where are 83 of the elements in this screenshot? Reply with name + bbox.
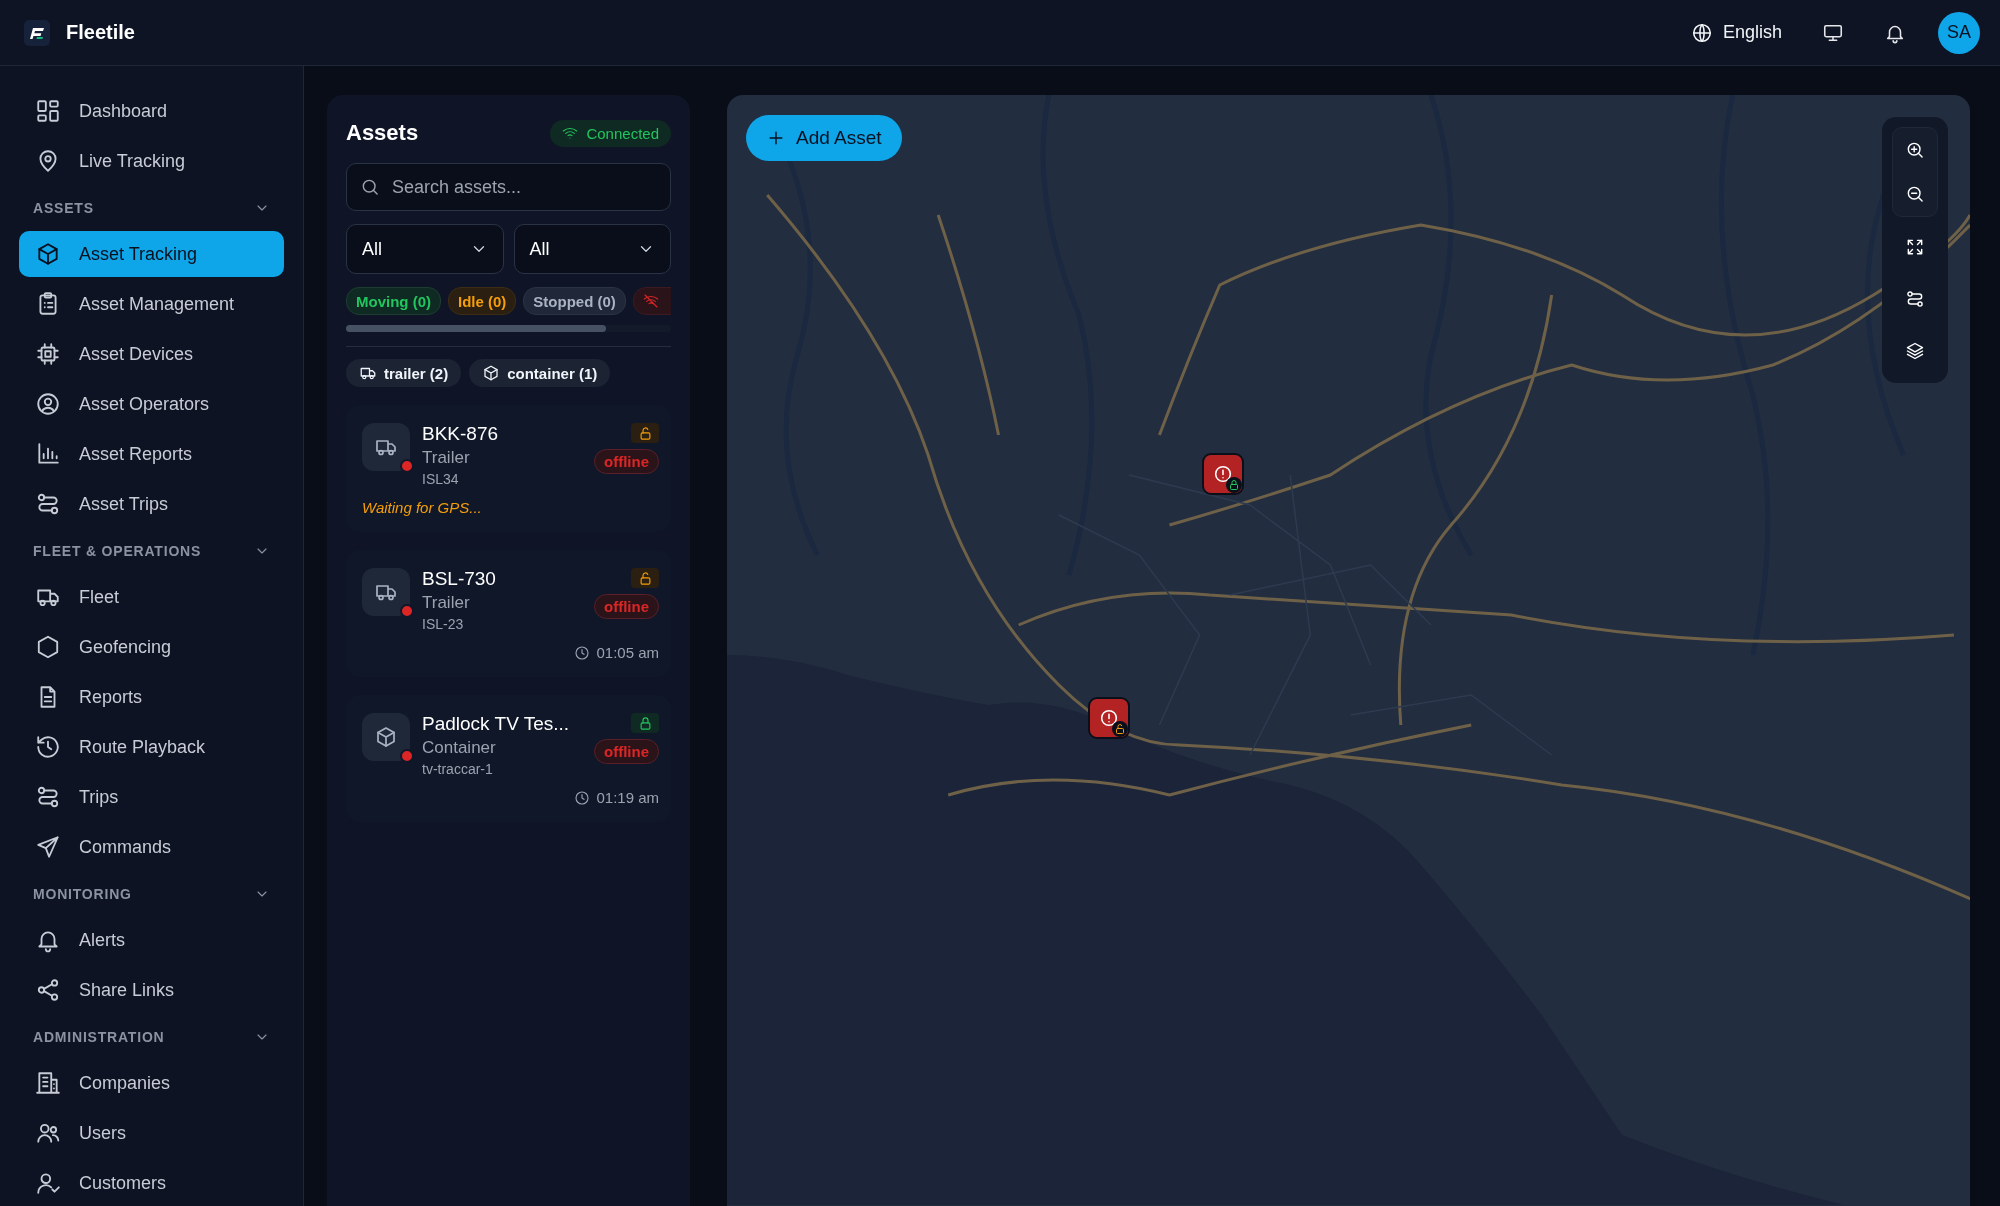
status-filter-chip[interactable]: Moving (0) — [346, 287, 441, 315]
filter-dropdown[interactable]: All — [346, 224, 504, 274]
zoom-out-icon — [1905, 184, 1925, 204]
user-circle-icon — [35, 391, 61, 417]
clock-icon — [574, 789, 591, 806]
last-update-time: 01:05 am — [596, 644, 659, 661]
language-button[interactable]: English — [1684, 15, 1788, 50]
nav-item[interactable]: Geofencing — [19, 624, 284, 670]
nav-item[interactable]: Reports — [19, 674, 284, 720]
search-field[interactable]: Search assets... — [346, 163, 671, 211]
user-avatar[interactable]: SA — [1938, 11, 1980, 54]
scrollbar-thumb[interactable] — [346, 325, 606, 332]
send-icon — [35, 834, 61, 860]
clock-icon — [574, 644, 591, 661]
section-heading: ASSETS — [33, 199, 94, 216]
globe-icon — [1690, 21, 1713, 44]
route-icon — [1905, 289, 1925, 309]
status-badge: offline — [594, 739, 659, 764]
nav-item[interactable]: Alerts — [19, 917, 284, 963]
nav-item[interactable]: Customers — [19, 1160, 284, 1206]
route-icon — [35, 491, 61, 517]
alert-icon — [1212, 463, 1234, 485]
status-badge: offline — [594, 449, 659, 474]
logo-icon — [24, 19, 50, 46]
building-icon — [35, 1070, 61, 1096]
asset-name: BKK-876 — [422, 423, 499, 445]
route-icon — [35, 784, 61, 810]
status-filter-chip[interactable]: Stopped (0) — [523, 287, 626, 315]
nav-item[interactable]: Fleet — [19, 574, 284, 620]
nav-item[interactable]: Route Playback — [19, 724, 284, 770]
cube-icon — [482, 364, 501, 382]
brand-name: Fleetile — [66, 21, 135, 44]
nav-item[interactable]: Asset Reports — [19, 431, 284, 477]
asset-name: Padlock TV Tes... — [422, 713, 570, 735]
user-check-icon — [35, 1170, 61, 1196]
section-heading: ADMINISTRATION — [33, 1028, 165, 1045]
hexagon-icon — [35, 634, 61, 660]
section-heading: FLEET & OPERATIONS — [33, 542, 202, 559]
expand-icon — [1905, 237, 1925, 257]
type-filter-chip[interactable]: trailer (2) — [346, 359, 462, 387]
last-update-time: 01:19 am — [596, 789, 659, 806]
connection-badge: Connected — [550, 119, 671, 147]
nav-item[interactable]: Asset Trips — [19, 481, 284, 527]
nav-item[interactable]: Live Tracking — [19, 138, 284, 184]
device-id: ISL-23 — [422, 616, 465, 632]
status-filter-chip[interactable]: Idle (0) — [448, 287, 517, 315]
panel-title: Assets — [346, 120, 419, 146]
section-heading: MONITORING — [33, 885, 132, 902]
alert-marker[interactable] — [1202, 453, 1244, 495]
nav-item[interactable]: Asset Tracking — [19, 231, 284, 277]
nav-item[interactable]: Share Links — [19, 967, 284, 1013]
nav-item[interactable]: Commands — [19, 824, 284, 870]
layers-icon — [1905, 341, 1925, 361]
share-icon — [35, 977, 61, 1003]
chip-icon — [35, 341, 61, 367]
gps-note: Waiting for GPS... — [362, 499, 483, 516]
alert-marker[interactable] — [1088, 697, 1130, 739]
filter-dropdown[interactable]: All — [513, 224, 671, 274]
asset-type: Trailer — [422, 448, 471, 468]
asset-type: Container — [422, 738, 497, 758]
type-filter-chip[interactable]: container (1) — [469, 359, 611, 387]
nav-item[interactable]: Asset Operators — [19, 381, 284, 427]
status-badge: offline — [594, 594, 659, 619]
cube-icon — [374, 725, 398, 749]
wifi-off-icon — [642, 293, 659, 309]
asset-type: Trailer — [422, 593, 471, 613]
history-icon — [35, 734, 61, 760]
add-asset-button[interactable]: Add Asset — [746, 115, 902, 161]
nav-item[interactable]: Companies — [19, 1060, 284, 1106]
cube-icon — [35, 241, 61, 267]
search-icon — [360, 177, 380, 197]
nav-item[interactable]: Asset Management — [19, 281, 284, 327]
device-id: tv-traccar-1 — [422, 761, 494, 777]
zoom-in-icon — [1905, 140, 1925, 160]
bar-chart-icon — [35, 441, 61, 467]
grid-icon — [35, 98, 61, 124]
nav-item[interactable]: Users — [19, 1110, 284, 1156]
asset-name: BSL-730 — [422, 568, 496, 590]
alert-icon — [1098, 707, 1120, 729]
nav-item[interactable]: Dashboard — [19, 88, 284, 134]
nav-item[interactable]: Trips — [19, 774, 284, 820]
nav-item[interactable]: Asset Devices — [19, 331, 284, 377]
device-id: ISL34 — [422, 471, 460, 487]
